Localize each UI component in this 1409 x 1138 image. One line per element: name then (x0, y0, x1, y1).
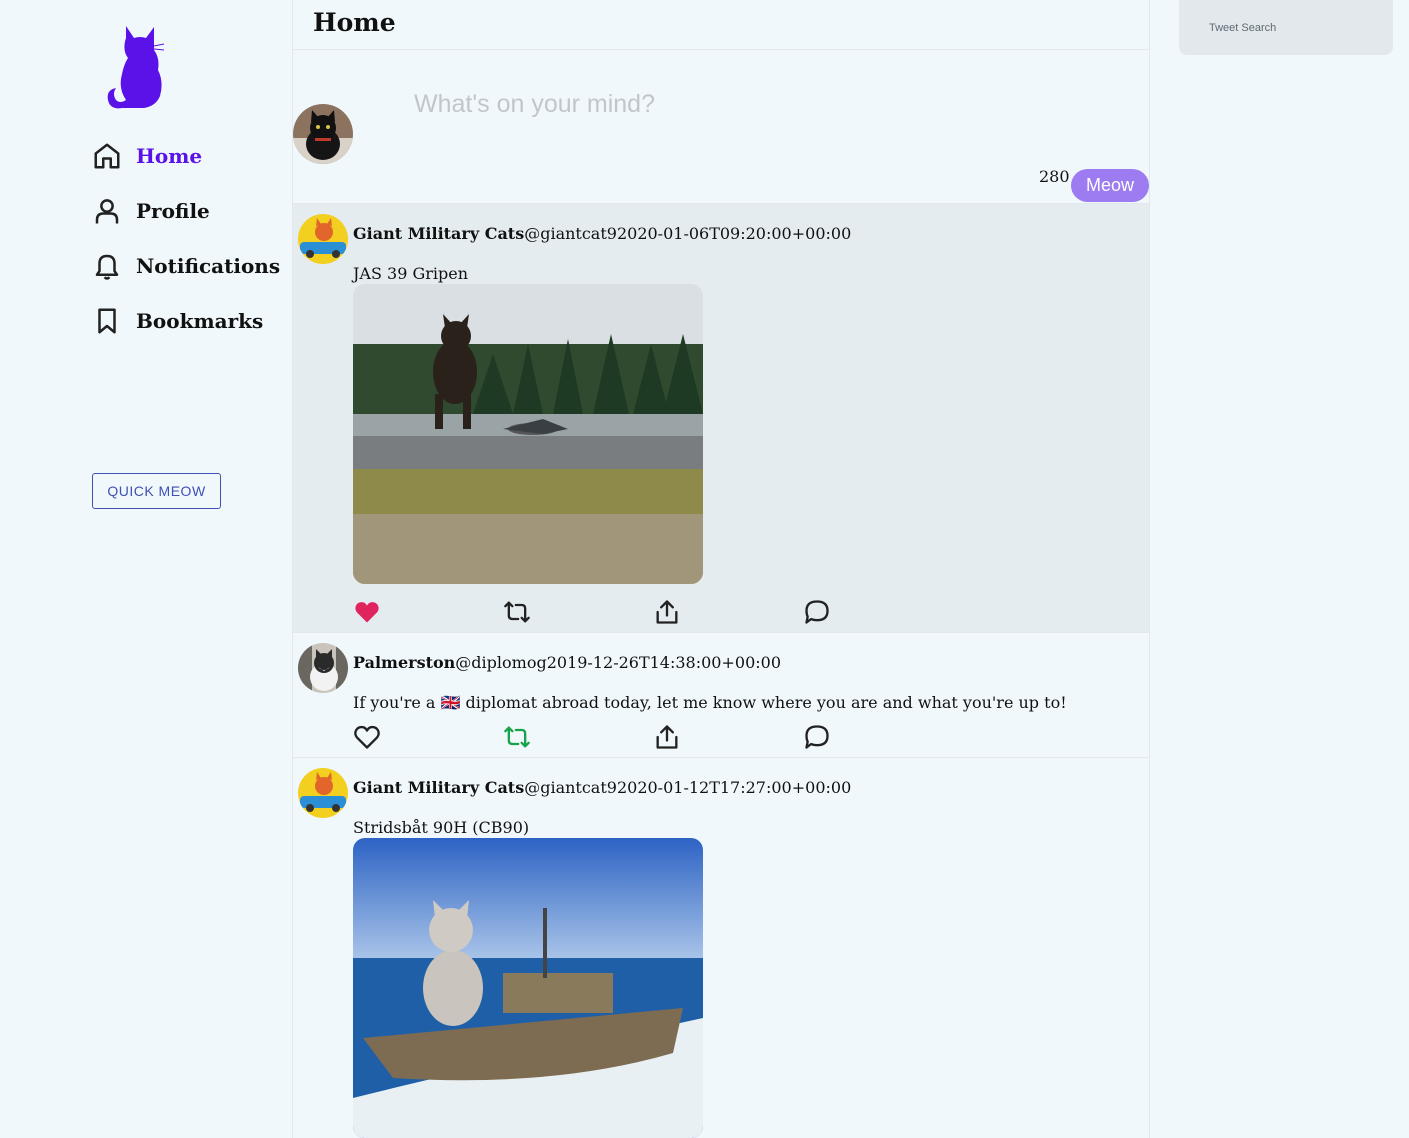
comment-icon (805, 725, 829, 749)
meow-submit-button[interactable]: Meow (1071, 169, 1149, 202)
share-icon (656, 725, 678, 749)
compose-box: What's on your mind? 280 Meow (293, 50, 1149, 204)
reply-button[interactable] (803, 722, 953, 752)
tweet-timestamp: 2020-01-06T09:20:00+00:00 (616, 224, 852, 243)
author-name[interactable]: Palmerston (353, 653, 455, 672)
author-name[interactable]: Giant Military Cats (353, 224, 524, 243)
heart-icon (355, 602, 379, 623)
tweet-header: Palmerston@diplomog2019-12-26T14:38:00+0… (353, 653, 781, 672)
sidebar-item-home[interactable]: Home (92, 136, 202, 176)
page-title: Home (293, 0, 1149, 50)
author-handle[interactable]: @diplomog (455, 653, 546, 672)
sidebar-item-label: Home (136, 144, 203, 168)
tweet-text: JAS 39 Gripen (353, 264, 469, 283)
cat-logo-icon[interactable] (104, 24, 168, 112)
sidebar-item-label: Bookmarks (136, 309, 264, 333)
share-icon (656, 600, 678, 624)
retweet-icon (504, 601, 530, 623)
author-name[interactable]: Giant Military Cats (353, 778, 524, 797)
tweet-text: If you're a 🇬🇧 diplomat abroad today, le… (353, 693, 1067, 712)
sidebar: Home Profile Notifications Bookmarks QUI… (0, 0, 292, 1138)
author-handle[interactable]: @giantcat9 (524, 778, 617, 797)
tweet-timestamp: 2020-01-12T17:27:00+00:00 (616, 778, 852, 797)
bell-icon (95, 254, 119, 280)
share-button[interactable] (653, 722, 803, 752)
avatar[interactable] (298, 214, 348, 264)
main-feed: Home What's on your mind? 280 Meow Giant… (292, 0, 1150, 1138)
like-button[interactable] (353, 722, 503, 752)
like-button[interactable] (353, 597, 503, 627)
tweet[interactable]: Palmerston@diplomog2019-12-26T14:38:00+0… (293, 633, 1149, 758)
comment-icon (805, 600, 829, 624)
sidebar-item-profile[interactable]: Profile (92, 191, 210, 231)
share-button[interactable] (653, 597, 803, 627)
sidebar-item-notifications[interactable]: Notifications (92, 246, 280, 286)
retweet-icon (504, 726, 530, 748)
sidebar-item-label: Profile (136, 199, 210, 223)
bookmark-icon (98, 308, 116, 334)
avatar[interactable] (298, 643, 348, 693)
tweet-timestamp: 2019-12-26T14:38:00+00:00 (546, 653, 781, 672)
retweet-button[interactable] (503, 597, 653, 627)
tweet-header: Giant Military Cats@giantcat92020-01-12T… (353, 778, 851, 797)
tweet-actions (353, 722, 953, 752)
tweet-text: Stridsbåt 90H (CB90) (353, 818, 530, 837)
home-icon (94, 143, 120, 169)
compose-input[interactable]: What's on your mind? (414, 90, 655, 119)
tweet-image[interactable] (353, 838, 703, 1138)
tweet[interactable]: Giant Military Cats@giantcat92020-01-06T… (293, 204, 1149, 633)
retweet-button[interactable] (503, 722, 653, 752)
tweet-search-input[interactable] (1179, 0, 1393, 55)
char-counter: 280 (1039, 167, 1070, 186)
heart-icon (354, 725, 380, 749)
sidebar-item-bookmarks[interactable]: Bookmarks (92, 301, 263, 341)
avatar[interactable] (293, 104, 353, 164)
quick-meow-button[interactable]: QUICK MEOW (92, 473, 221, 509)
reply-button[interactable] (803, 597, 953, 627)
sidebar-item-label: Notifications (136, 254, 281, 278)
tweet-actions (353, 597, 953, 627)
tweet-header: Giant Military Cats@giantcat92020-01-06T… (353, 224, 851, 243)
avatar[interactable] (298, 768, 348, 818)
author-handle[interactable]: @giantcat9 (524, 224, 617, 243)
tweet-image[interactable] (353, 284, 703, 584)
user-icon (95, 199, 119, 224)
tweet[interactable]: Giant Military Cats@giantcat92020-01-12T… (293, 758, 1149, 1138)
